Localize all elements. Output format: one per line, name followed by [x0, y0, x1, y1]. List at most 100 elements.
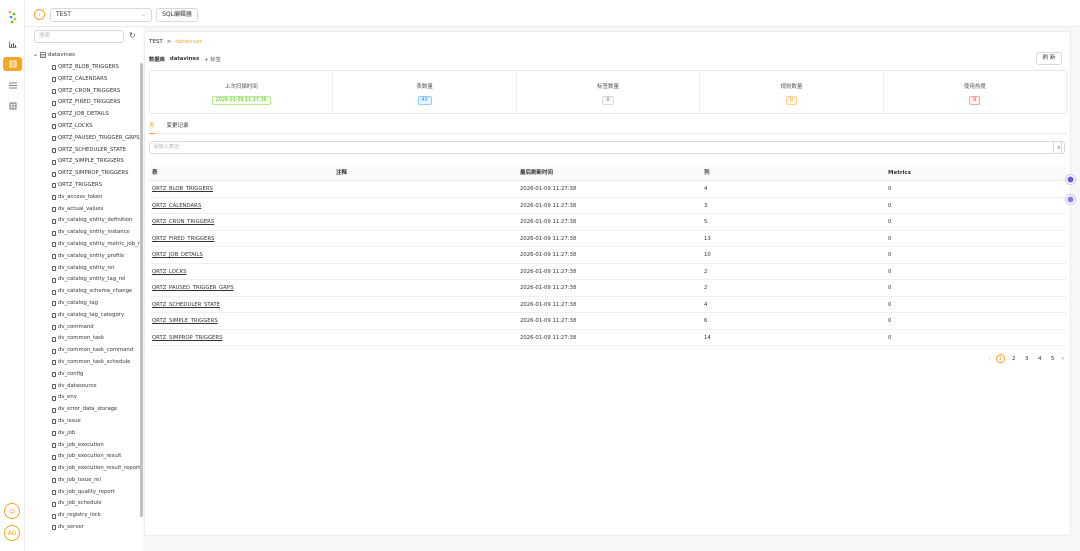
- search-icon[interactable]: ⌕: [1053, 141, 1065, 154]
- nav-catalog[interactable]: [3, 57, 22, 71]
- stat-label: 标签数量: [597, 84, 620, 90]
- tree-item[interactable]: dv_datasource: [52, 381, 143, 393]
- chevron-down-icon[interactable]: ⌄: [33, 51, 38, 58]
- nav-dashboard[interactable]: [3, 37, 22, 51]
- tree-item-label: dv_catalog_entity_rel: [58, 264, 115, 271]
- cell-table-name[interactable]: QRTZ_PAUSED_TRIGGER_GRPS: [149, 280, 333, 296]
- next-page-icon[interactable]: ›: [1062, 356, 1064, 362]
- tree-item[interactable]: dv_catalog_entity_instance: [52, 227, 143, 239]
- tree-item[interactable]: QRTZ_SCHEDULER_STATE: [52, 145, 143, 157]
- stat-label: 使用热度: [963, 84, 986, 90]
- tree-root[interactable]: ⌄ datavines: [33, 51, 75, 58]
- stat-label: 表数量: [416, 84, 433, 90]
- tree-item[interactable]: dv_job_issue_rel: [52, 475, 143, 487]
- tree-item[interactable]: dv_issue: [52, 416, 143, 428]
- tree-item[interactable]: dv_job_schedule: [52, 498, 143, 510]
- prev-page-icon[interactable]: ‹: [989, 356, 991, 362]
- breadcrumb-datasource[interactable]: TEST: [149, 39, 163, 45]
- tree-item[interactable]: QRTZ_LOCKS: [52, 121, 143, 133]
- tree-item[interactable]: dv_catalog_schema_change: [52, 286, 143, 298]
- tree-item[interactable]: dv_catalog_entity_definition: [52, 215, 143, 227]
- app-logo: [8, 10, 17, 24]
- tree-item[interactable]: QRTZ_FIRED_TRIGGERS: [52, 97, 143, 109]
- table-icon: [52, 171, 56, 177]
- tree-item[interactable]: QRTZ_JOB_DETAILS: [52, 109, 143, 121]
- cell-table-name[interactable]: QRTZ_SCHEDULER_STATE: [149, 297, 333, 313]
- tree-item[interactable]: QRTZ_TRIGGERS: [52, 180, 143, 192]
- tree-item-label: dv_job_issue_rel: [58, 476, 101, 483]
- refresh-icon[interactable]: ↻: [129, 31, 136, 40]
- cell-comment: [333, 280, 517, 296]
- table-icon: [52, 230, 56, 236]
- cell-table-name[interactable]: QRTZ_SIMPROP_TRIGGERS: [149, 330, 333, 346]
- tree-search-input[interactable]: 搜索: [34, 30, 124, 43]
- tree-item[interactable]: dv_job_execution_result: [52, 451, 143, 463]
- cell-table-name[interactable]: QRTZ_JOB_DETAILS: [149, 247, 333, 263]
- cell-table-name[interactable]: QRTZ_FIRED_TRIGGERS: [149, 231, 333, 247]
- page-number[interactable]: 2: [1010, 356, 1018, 362]
- cell-table-name[interactable]: QRTZ_CRON_TRIGGERS: [149, 214, 333, 230]
- cell-table-name[interactable]: QRTZ_SIMPLE_TRIGGERS: [149, 313, 333, 329]
- cell-table-name[interactable]: QRTZ_CALENDARS: [149, 198, 333, 214]
- tree-item[interactable]: QRTZ_SIMPLE_TRIGGERS: [52, 156, 143, 168]
- page-number[interactable]: 4: [1036, 356, 1044, 362]
- tree-scrollbar[interactable]: [140, 63, 143, 517]
- tree-item[interactable]: dv_catalog_entity_profile: [52, 251, 143, 263]
- tree-item[interactable]: dv_server: [52, 522, 143, 534]
- tree-item[interactable]: dv_job_quality_report: [52, 487, 143, 499]
- cell-comment: [333, 264, 517, 280]
- cell-columns: 14: [704, 334, 711, 341]
- avatar[interactable]: AD: [4, 525, 20, 541]
- page-number[interactable]: 3: [1023, 356, 1031, 362]
- tree-item[interactable]: dv_job_execution_result_report_rel: [52, 463, 143, 475]
- table-search-input[interactable]: 请输入表名: [149, 141, 1062, 154]
- tree-item[interactable]: dv_catalog_tag_category: [52, 310, 143, 322]
- tree-item[interactable]: dv_env: [52, 392, 143, 404]
- tree-item[interactable]: dv_common_task: [52, 333, 143, 345]
- tree-item[interactable]: dv_catalog_tag: [52, 298, 143, 310]
- nav-docs[interactable]: [3, 99, 22, 113]
- datasource-select[interactable]: TEST ⌄: [50, 8, 152, 22]
- tree-item[interactable]: dv_job: [52, 428, 143, 440]
- table-icon: [52, 348, 56, 354]
- language-button[interactable]: 中: [4, 503, 20, 519]
- tree-item[interactable]: dv_actual_values: [52, 204, 143, 216]
- tab-change-log[interactable]: 变更记录: [167, 121, 189, 134]
- chart-icon: [8, 41, 16, 48]
- tree-item[interactable]: QRTZ_BLOB_TRIGGERS: [52, 62, 143, 74]
- tree-item-label: QRTZ_FIRED_TRIGGERS: [58, 99, 121, 106]
- cell-columns: 5: [704, 219, 708, 225]
- tree-item[interactable]: dv_command: [52, 322, 143, 334]
- sql-editor-button[interactable]: SQL编辑器: [156, 8, 198, 22]
- tree-item[interactable]: dv_error_data_storage: [52, 404, 143, 416]
- tree-item[interactable]: dv_catalog_entity_metric_job_rel: [52, 239, 143, 251]
- tree-item[interactable]: dv_job_execution: [52, 440, 143, 452]
- nav-jobs[interactable]: [3, 78, 22, 92]
- table-icon: [52, 454, 56, 460]
- tree-item[interactable]: dv_access_token: [52, 192, 143, 204]
- page-number[interactable]: 1: [995, 354, 1005, 363]
- cell-table-name[interactable]: QRTZ_LOCKS: [149, 264, 333, 280]
- tree-item[interactable]: dv_common_task_command: [52, 345, 143, 357]
- tree-item[interactable]: QRTZ_SIMPROP_TRIGGERS: [52, 168, 143, 180]
- table-icon: [52, 513, 56, 519]
- tree-item[interactable]: dv_registry_lock: [52, 510, 143, 522]
- tree-item[interactable]: dv_catalog_entity_rel: [52, 263, 143, 275]
- page-number[interactable]: 5: [1049, 356, 1057, 362]
- cell-table-name[interactable]: QRTZ_BLOB_TRIGGERS: [149, 181, 333, 197]
- tree-item[interactable]: QRTZ_CRON_TRIGGERS: [52, 86, 143, 98]
- robot-icon[interactable]: [1065, 194, 1076, 205]
- tree-item[interactable]: QRTZ_PAUSED_TRIGGER_GRPS: [52, 133, 143, 145]
- table-icon: [52, 501, 56, 507]
- tree-item[interactable]: QRTZ_CALENDARS: [52, 74, 143, 86]
- stat-label: 上次扫描时间: [224, 84, 258, 90]
- back-arrow-icon[interactable]: ‹: [34, 9, 45, 20]
- add-tag-button[interactable]: + 标签: [204, 55, 221, 63]
- tree-item[interactable]: dv_catalog_entity_tag_rel: [52, 274, 143, 286]
- tree-item[interactable]: dv_common_task_schedule: [52, 357, 143, 369]
- tab-tables[interactable]: 表: [149, 121, 155, 134]
- database-label: 数据库: [149, 57, 165, 63]
- refresh-button[interactable]: 刷 新: [1036, 52, 1062, 65]
- assistant-icon[interactable]: [1065, 174, 1076, 185]
- tree-item[interactable]: dv_config: [52, 369, 143, 381]
